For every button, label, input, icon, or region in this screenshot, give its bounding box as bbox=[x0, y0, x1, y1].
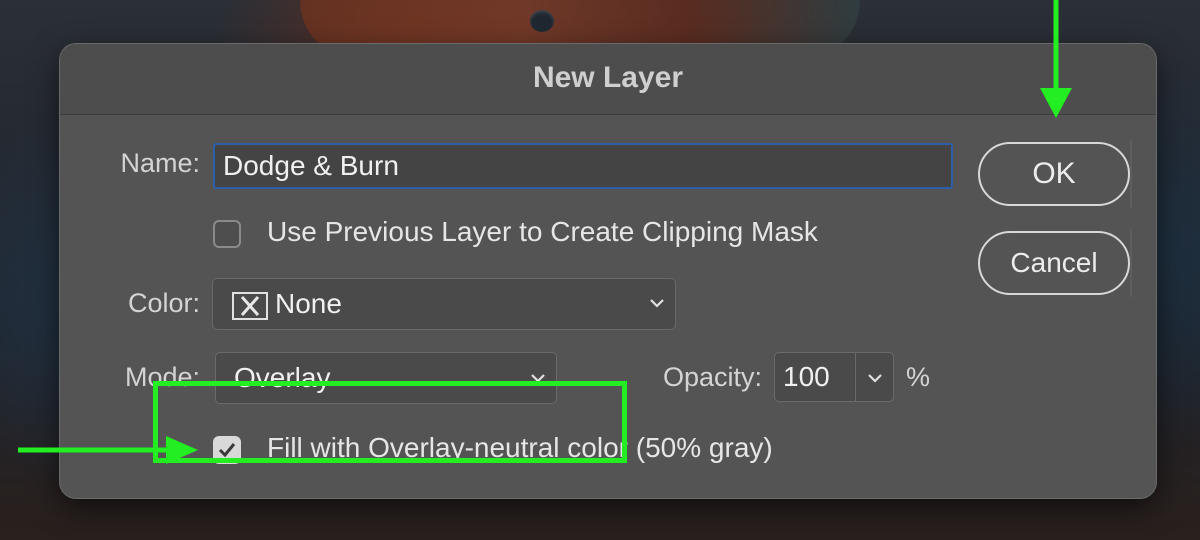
color-value: None bbox=[275, 288, 342, 319]
opacity-divider bbox=[855, 353, 856, 401]
name-label: Name: bbox=[120, 148, 200, 178]
arrow-down-icon bbox=[1040, 0, 1072, 118]
chevron-down-icon[interactable] bbox=[867, 372, 883, 384]
dialog-title: New Layer bbox=[532, 61, 684, 94]
button-edge-divider bbox=[1130, 140, 1132, 208]
color-select[interactable]: None bbox=[212, 278, 676, 330]
clipping-mask-label: Use Previous Layer to Create Clipping Ma… bbox=[267, 216, 818, 247]
mode-highlight-box bbox=[153, 381, 627, 463]
clipping-mask-checkbox[interactable] bbox=[213, 220, 241, 248]
opacity-unit: % bbox=[906, 362, 931, 392]
opacity-label: Opacity: bbox=[662, 362, 762, 392]
chevron-down-icon bbox=[650, 299, 664, 308]
opacity-value: 100 bbox=[783, 361, 830, 392]
background-jacket-button bbox=[530, 10, 554, 32]
opacity-field[interactable]: 100 bbox=[774, 352, 894, 402]
color-label: Color: bbox=[127, 288, 200, 318]
button-edge-divider bbox=[1130, 229, 1132, 297]
ok-button[interactable]: OK bbox=[978, 142, 1130, 206]
cancel-button[interactable]: Cancel bbox=[978, 231, 1130, 295]
new-layer-dialog: New Layer Name: Dodge & Burn Use Previou… bbox=[60, 44, 1156, 498]
arrow-right-icon bbox=[18, 436, 198, 464]
none-swatch-icon bbox=[232, 292, 268, 320]
name-field[interactable]: Dodge & Burn bbox=[213, 143, 953, 189]
